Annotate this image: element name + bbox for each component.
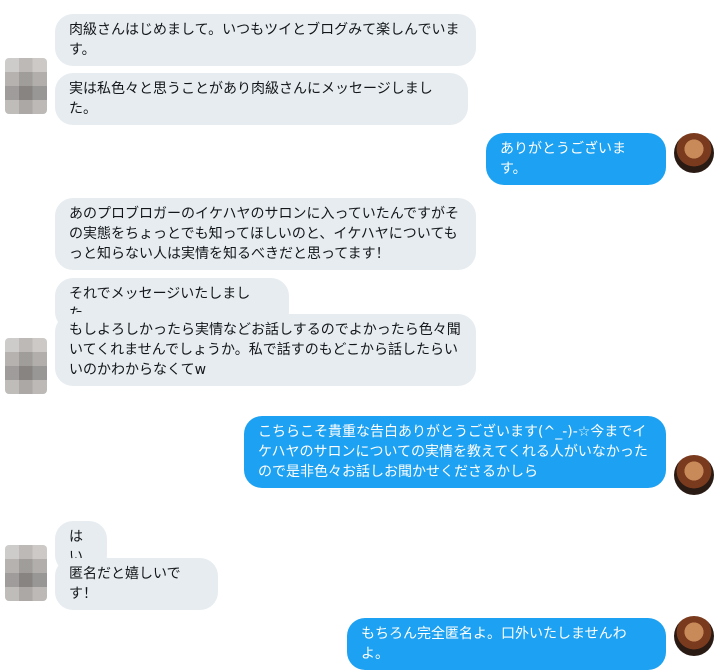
message-bubble-incoming: 実は私色々と思うことがあり肉級さんにメッセージしました。 [55, 73, 468, 125]
sender-avatar[interactable] [5, 338, 47, 394]
message-bubble-incoming: あのプロブロガーのイケハヤのサロンに入っていたんですがその実態をちょっとでも知っ… [55, 198, 476, 270]
sender-avatar[interactable] [5, 545, 47, 601]
message-bubble-outgoing: ありがとうございます。 [486, 133, 666, 185]
user-avatar[interactable] [674, 616, 714, 656]
message-bubble-incoming: もしよろしかったら実情などお話しするのでよかったら色々聞いてくれませんでしょうか… [55, 314, 476, 386]
message-bubble-incoming: 匿名だと嬉しいです！ [55, 558, 218, 610]
sender-avatar[interactable] [5, 58, 47, 114]
message-bubble-outgoing: こちらこそ貴重な告白ありがとうございます(^_-)-☆今までイケハヤのサロンにつ… [244, 416, 666, 488]
message-bubble-outgoing: もちろん完全匿名よ。口外いたしませんわよ。 [347, 618, 666, 670]
message-bubble-incoming: 肉級さんはじめまして。いつもツイとブログみて楽しんでいます。 [55, 14, 476, 66]
user-avatar[interactable] [674, 455, 714, 495]
user-avatar[interactable] [674, 133, 714, 173]
